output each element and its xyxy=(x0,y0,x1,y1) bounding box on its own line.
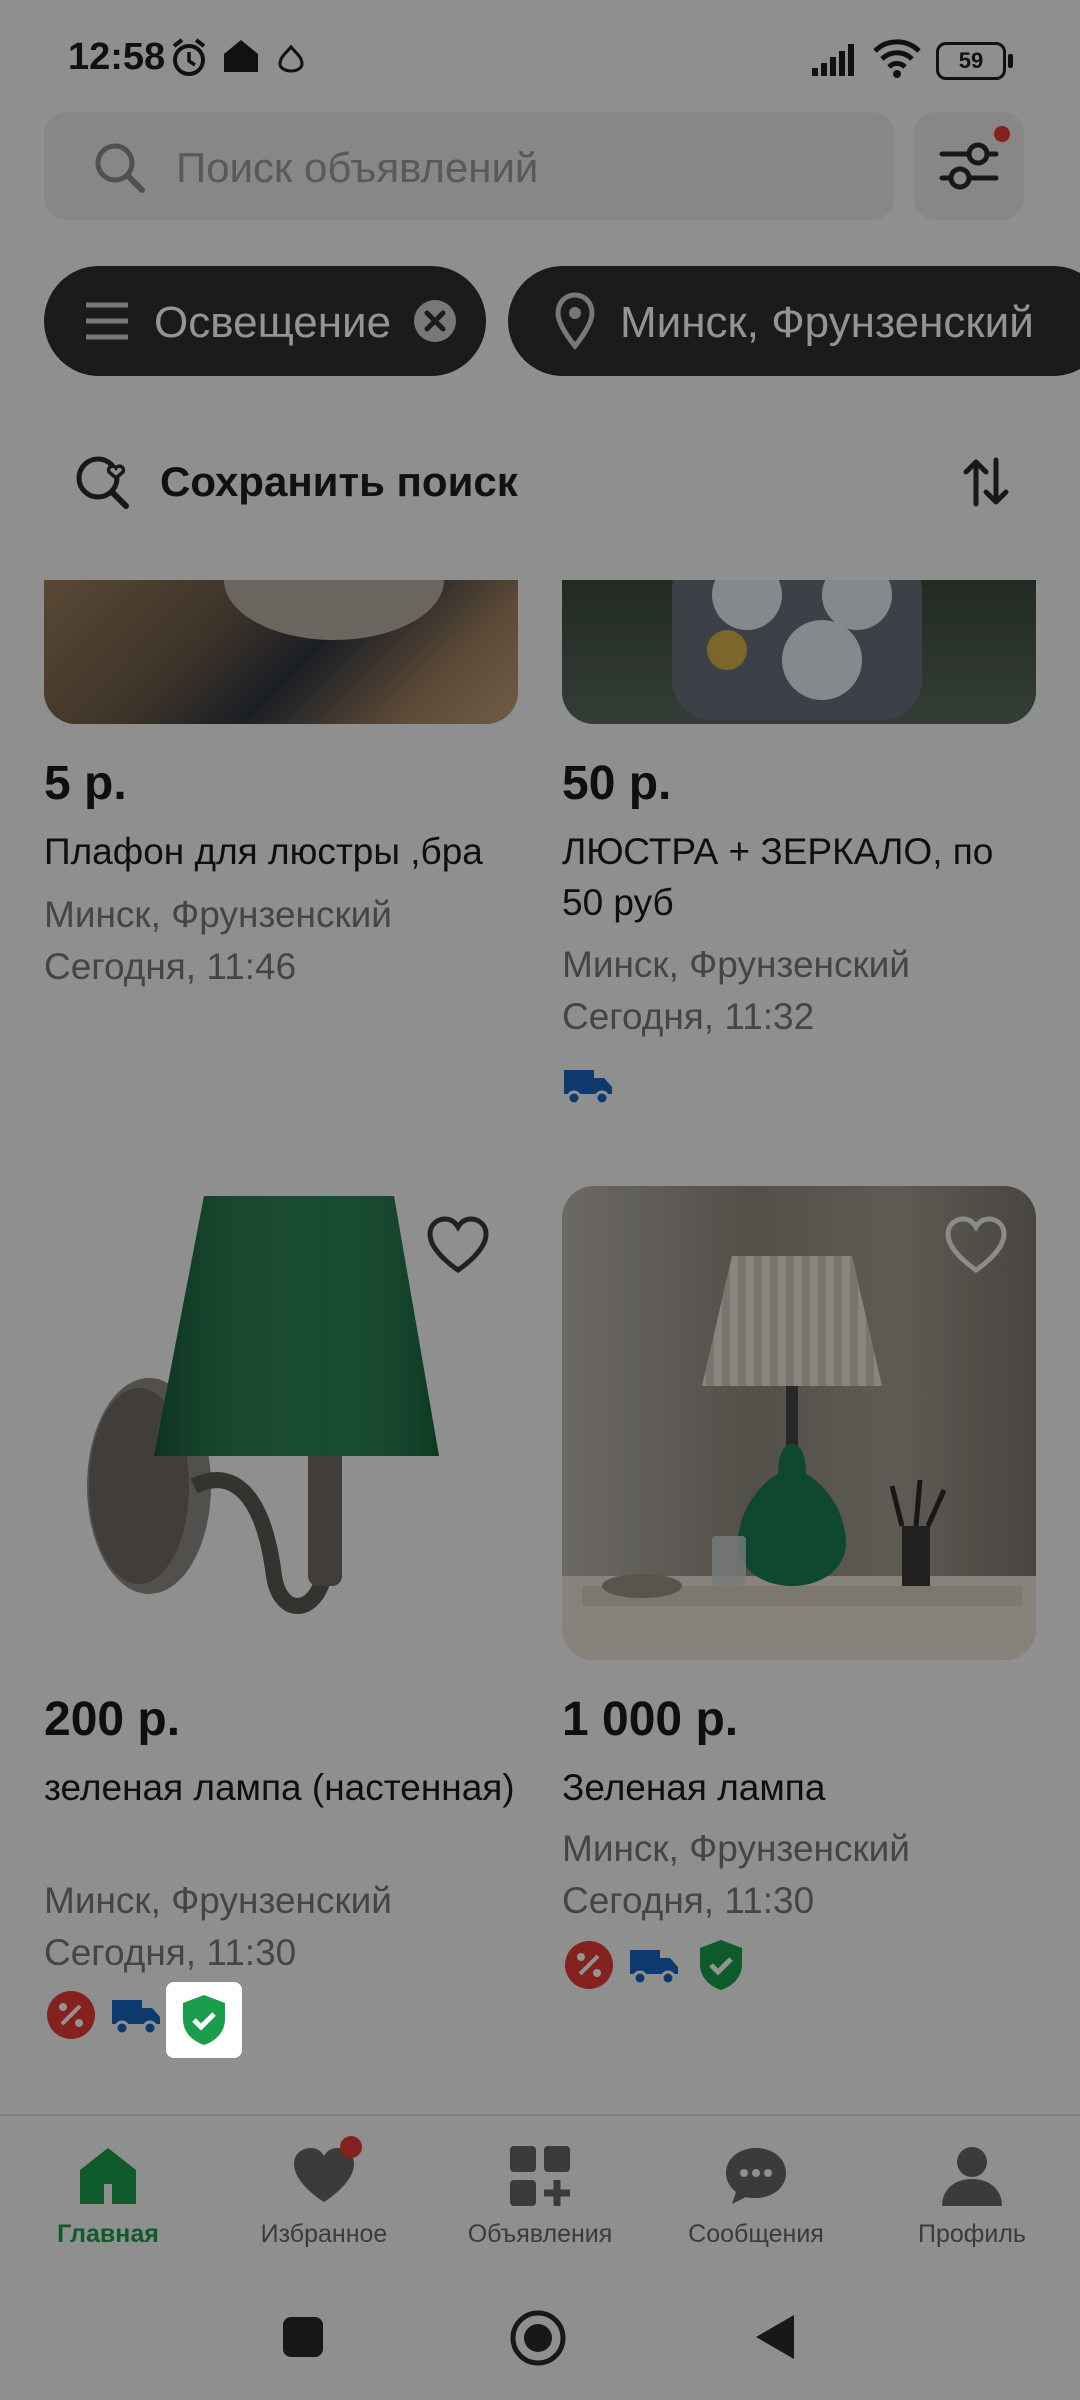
nav-favorites-label: Избранное xyxy=(260,2220,388,2248)
favorites-notification-dot xyxy=(340,2136,362,2158)
nav-home-label: Главная xyxy=(57,2220,159,2248)
system-navigation-bar xyxy=(0,2274,1080,2400)
listing-badges xyxy=(44,1988,284,2048)
nav-home[interactable]: Главная xyxy=(0,2116,216,2276)
nav-profile[interactable]: Профиль xyxy=(864,2116,1080,2276)
delivery-icon xyxy=(630,1950,678,1986)
marketplace-screen: 12:58 59 Поиск объявлений Освещение Минс… xyxy=(0,0,1080,2400)
discount-icon xyxy=(47,1991,95,2039)
nav-messages-label: Сообщения xyxy=(688,2220,824,2248)
listing-location: Минск, Фрунзенский xyxy=(44,1880,392,1921)
chat-icon xyxy=(726,2148,786,2204)
recent-apps-icon[interactable] xyxy=(280,2314,326,2360)
ads-grid-icon xyxy=(510,2146,570,2206)
delivery-icon xyxy=(112,2000,160,2036)
verified-shield-icon xyxy=(183,1995,225,2045)
listing-card[interactable]: 200 р. зеленая лампа (настенная) Минск, … xyxy=(44,0,518,2100)
bottom-navigation: Главная Избранное Объявления Сообщения П… xyxy=(0,2114,1080,2276)
verified-shield-icon xyxy=(700,1940,742,1990)
listing-price: 1 000 р. xyxy=(562,1693,739,1746)
nav-profile-label: Профиль xyxy=(918,2220,1026,2248)
favorite-heart-icon[interactable] xyxy=(944,1216,1008,1274)
back-icon[interactable] xyxy=(752,2312,798,2362)
nav-favorites[interactable]: Избранное xyxy=(216,2116,432,2276)
listing-date: Сегодня, 11:30 xyxy=(562,1880,815,1921)
listing-location: Минск, Фрунзенский xyxy=(562,1828,910,1869)
discount-icon xyxy=(565,1941,613,1989)
listing-title: Зеленая лампа xyxy=(562,1767,826,1808)
highlighted-verified-badge[interactable] xyxy=(166,1982,242,2058)
listing-date: Сегодня, 11:30 xyxy=(44,1932,297,1973)
favorite-heart-icon[interactable] xyxy=(426,1216,490,1274)
nav-ads-label: Объявления xyxy=(467,2220,613,2248)
home-system-icon[interactable] xyxy=(508,2308,568,2368)
listing-card[interactable]: 1 000 р. Зеленая лампа Минск, Фрунзенски… xyxy=(562,0,1036,2100)
profile-icon xyxy=(942,2147,1002,2206)
listing-price: 200 р. xyxy=(44,1693,181,1746)
home-icon xyxy=(80,2148,136,2204)
nav-messages[interactable]: Сообщения xyxy=(648,2116,864,2276)
nav-ads[interactable]: Объявления xyxy=(432,2116,648,2276)
listing-title: зеленая лампа (настенная) xyxy=(44,1767,515,1808)
